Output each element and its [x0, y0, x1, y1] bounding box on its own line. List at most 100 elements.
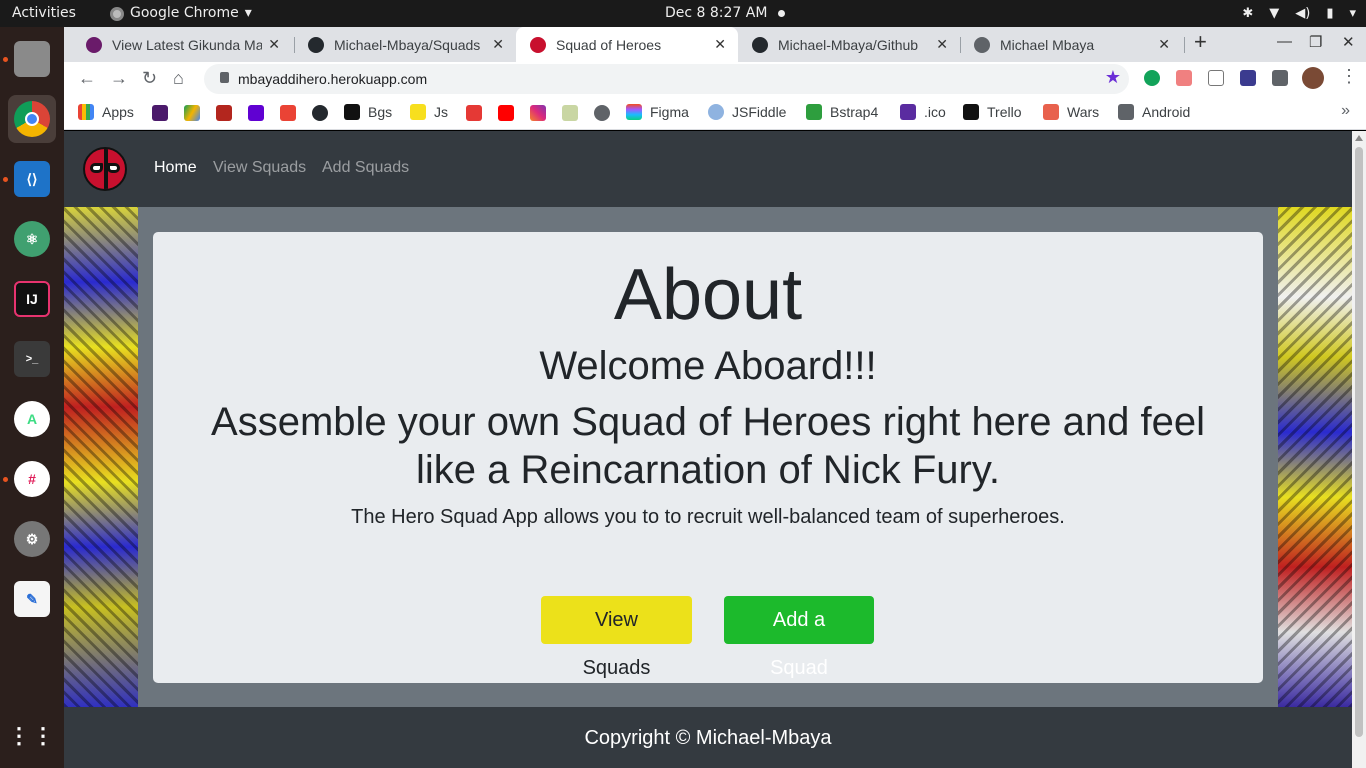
app-menu-label: Google Chrome [130, 5, 239, 21]
bookmark-label: .ico [924, 104, 946, 120]
tab-gikunda[interactable]: View Latest Gikunda Ma ✕ [72, 27, 292, 62]
bookmarks-bar: Apps Bgs Js Figma JSFiddle Bstrap4 .ico … [64, 96, 1366, 130]
bookmark-apps[interactable]: Apps [78, 104, 134, 120]
new-tab-button[interactable]: + [1194, 29, 1207, 55]
app-description: The Hero Squad App allows you to to recr… [351, 506, 1065, 528]
bookmark-figma[interactable]: Figma [626, 104, 689, 120]
deadpool-logo[interactable] [83, 147, 127, 191]
bookmark-android[interactable]: Android [1118, 104, 1190, 120]
dock-terminal[interactable]: >_ [8, 335, 56, 383]
power-menu-icon[interactable]: ▾ [1349, 0, 1356, 27]
dock-slack[interactable]: # [8, 455, 56, 503]
dock-intellij[interactable]: IJ [8, 275, 56, 323]
wifi-icon: ▼ [1269, 6, 1280, 21]
tab-squads-repo[interactable]: Michael-Mbaya/Squads ✕ [294, 27, 516, 62]
bookmark-instagram-icon[interactable] [530, 105, 546, 121]
extension-incognito-icon[interactable] [1240, 70, 1256, 86]
clock[interactable]: Dec 8 8:27 AM [665, 0, 767, 27]
dock-vscode[interactable]: ⟨⟩ [8, 155, 56, 203]
reload-icon[interactable]: ↻ [142, 68, 157, 89]
bookmark-trello[interactable]: Trello [963, 104, 1022, 120]
folder-icon [1118, 104, 1134, 120]
bookmark-github-icon[interactable] [312, 105, 328, 121]
profile-avatar[interactable] [1302, 67, 1324, 89]
bookmark-ico[interactable]: .ico [900, 104, 946, 120]
dock-android-studio[interactable]: A [8, 395, 56, 443]
close-tab-icon[interactable]: ✕ [268, 36, 280, 53]
dock-files[interactable] [8, 35, 56, 83]
back-arrow-icon[interactable]: ← [78, 68, 96, 89]
bookmark-wars[interactable]: Wars [1043, 104, 1099, 120]
bookmark-circle-icon[interactable] [594, 105, 610, 121]
bookmark-js[interactable]: Js [410, 104, 448, 120]
restore-icon[interactable]: ❐ [1309, 33, 1322, 51]
comic-background-left [64, 207, 138, 707]
bookmark-yahoo-icon[interactable] [248, 105, 264, 121]
slack-tray-icon[interactable]: ✱ [1242, 0, 1253, 27]
system-tray[interactable]: ✱ ▼ ◀) ▮ ▾ [1242, 0, 1356, 27]
bookmark-bstrap4[interactable]: Bstrap4 [806, 104, 878, 120]
bookmark-jsfiddle[interactable]: JSFiddle [708, 104, 786, 120]
bookmark-bgs[interactable]: Bgs [344, 104, 392, 120]
about-jumbotron: About Welcome Aboard!!! Assemble your ow… [153, 232, 1263, 683]
forward-arrow-icon[interactable]: → [110, 68, 128, 89]
chrome-menu-icon[interactable]: ⋮ [1340, 66, 1358, 87]
home-icon[interactable]: ⌂ [173, 68, 184, 89]
page-scrollbar[interactable] [1352, 131, 1366, 768]
minimize-icon[interactable]: — [1277, 33, 1292, 50]
deadpool-favicon-icon [530, 36, 546, 53]
url-text[interactable]: mbayaddihero.herokuapp.com [238, 71, 427, 87]
tab-michael-mbaya[interactable]: Michael Mbaya ✕ [960, 27, 1182, 62]
nav-view-squads-link[interactable]: View Squads [213, 159, 306, 177]
more-bookmarks-icon[interactable]: » [1341, 102, 1350, 120]
address-bar[interactable]: mbayaddihero.herokuapp.com ★ [204, 64, 1129, 94]
web-page: Home View Squads Add Squads About Welcom… [64, 131, 1352, 768]
extensions-puzzle-icon[interactable] [1272, 70, 1288, 86]
close-window-icon[interactable]: ✕ [1342, 33, 1355, 51]
tab-github-repo[interactable]: Michael-Mbaya/Github ✕ [738, 27, 960, 62]
site-navbar: Home View Squads Add Squads [64, 131, 1352, 207]
dock-chrome[interactable] [8, 95, 56, 143]
dock-text-editor[interactable]: ✎ [8, 575, 56, 623]
dock-show-apps[interactable]: ⋮⋮ [8, 712, 56, 760]
lock-icon[interactable] [220, 72, 229, 83]
extension-arrow-icon[interactable] [1176, 70, 1192, 86]
nav-home-link[interactable]: Home [154, 159, 197, 177]
bookmark-tree-icon[interactable] [562, 105, 578, 121]
bookmark-youtube-icon[interactable] [498, 105, 514, 121]
add-squad-button[interactable]: Add a Squad [724, 596, 874, 679]
dock-atom[interactable]: ⚛ [8, 215, 56, 263]
codewars-icon [1043, 104, 1059, 120]
bookmark-320-icon[interactable] [216, 105, 232, 121]
nav-add-squads-link[interactable]: Add Squads [322, 159, 409, 177]
bookmark-drive-icon[interactable] [184, 105, 200, 121]
battery-icon: ▮ [1326, 6, 1334, 21]
notification-dot-icon [778, 10, 785, 17]
close-tab-icon[interactable]: ✕ [492, 36, 504, 53]
dock-settings[interactable]: ⚙ [8, 515, 56, 563]
extension-shield-icon[interactable] [1144, 70, 1160, 86]
chevron-down-icon: ▾ [244, 5, 252, 21]
bookmark-label: Wars [1067, 104, 1100, 120]
view-squads-button[interactable]: View Squads [541, 596, 692, 679]
logo-eye-right [107, 163, 120, 173]
bookmark-gmail-icon[interactable] [280, 105, 296, 121]
site-footer: Copyright © Michael-Mbaya [64, 707, 1352, 768]
vscode-icon: ⟨⟩ [14, 161, 50, 197]
close-tab-icon[interactable]: ✕ [936, 36, 948, 53]
close-tab-icon[interactable]: ✕ [1158, 36, 1170, 53]
bookmark-label: Bstrap4 [830, 104, 879, 120]
tab-squad-of-heroes[interactable]: Squad of Heroes ✕ [516, 27, 738, 62]
app-menu[interactable]: Google Chrome ▾ [110, 0, 252, 27]
chrome-toolbar: ← → ↻ ⌂ mbayaddihero.herokuapp.com ★ ⋮ [64, 62, 1366, 96]
bookmark-label: Android [1142, 104, 1191, 120]
close-tab-icon[interactable]: ✕ [714, 36, 726, 53]
bookmark-premier-league-icon[interactable] [152, 105, 168, 121]
bookmark-star-icon[interactable]: ★ [1105, 67, 1121, 88]
bookmark-download-icon[interactable] [466, 105, 482, 121]
favicon-generator-icon [900, 104, 916, 120]
extension-json-icon[interactable] [1208, 70, 1224, 86]
activities-button[interactable]: Activities [12, 0, 76, 27]
scrollbar-thumb[interactable] [1355, 147, 1363, 737]
scroll-up-arrow-icon[interactable] [1355, 135, 1363, 141]
